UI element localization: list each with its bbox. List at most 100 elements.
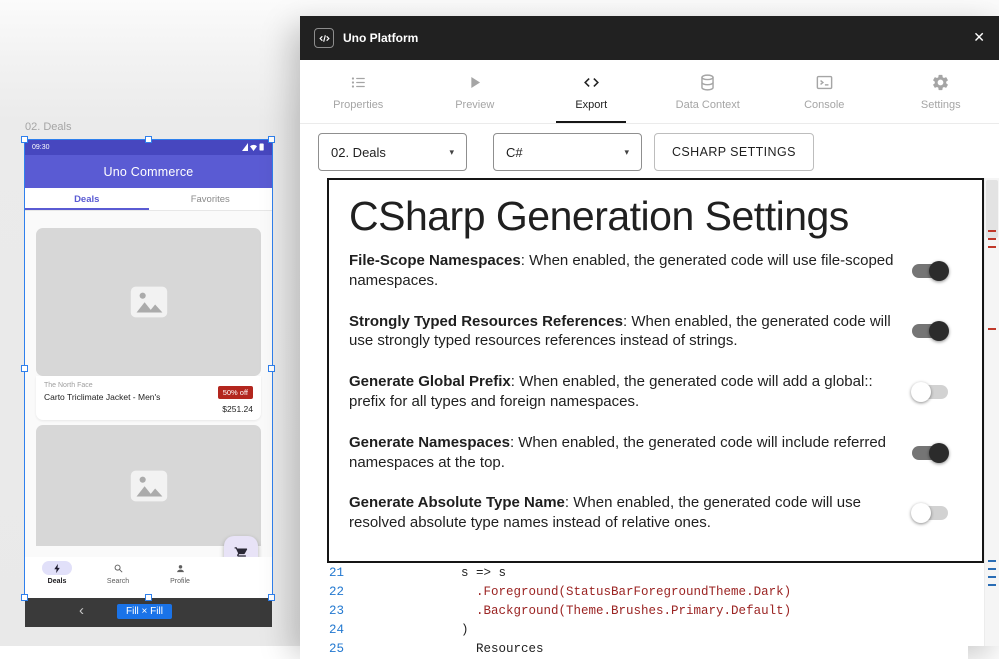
toggle-thumb [929, 321, 949, 341]
setting-row: Strongly Typed Resources References: Whe… [349, 312, 962, 352]
nav-item-profile: Profile [158, 561, 202, 585]
device-nav-bar: ‹ Fill × Fill [25, 598, 272, 627]
close-icon[interactable]: ✕ [973, 29, 985, 46]
code-editor[interactable]: 21 s => s 22 .Foreground(StatusBarForegr… [300, 564, 968, 659]
toggle-strongly-typed-resources[interactable] [912, 324, 948, 338]
product-image-placeholder [36, 425, 261, 546]
selection-handle-nw[interactable] [21, 136, 28, 143]
database-icon [698, 73, 717, 92]
list-icon [349, 73, 368, 92]
tab-properties[interactable]: Properties [300, 60, 417, 123]
setting-name: File-Scope Namespaces [349, 252, 521, 269]
selection-handle-ne[interactable] [268, 136, 275, 143]
tab-settings[interactable]: Settings [883, 60, 999, 123]
code-line: 23 .Background(Theme.Brushes.Primary.Def… [300, 602, 968, 621]
product-price: $251.24 [218, 404, 253, 414]
tab-console[interactable]: Console [766, 60, 883, 123]
code-text: Resources [356, 640, 544, 659]
toggle-generate-absolute-type-name[interactable] [912, 506, 948, 520]
tab-export[interactable]: Export [533, 60, 650, 123]
phone-tab-deals: Deals [25, 188, 149, 210]
tab-data-context[interactable]: Data Context [650, 60, 767, 123]
minimap-mark [988, 560, 996, 562]
minimap-mark [988, 584, 996, 586]
image-icon [126, 279, 172, 325]
phone-artboard[interactable]: 09:30 Uno Commerce Deals Favorites The N… [25, 140, 272, 598]
phone-bottom-nav: Deals Search Profile [25, 557, 272, 597]
code-text: ) [356, 621, 469, 640]
setting-row: Generate Global Prefix: When enabled, th… [349, 372, 962, 412]
gear-icon [931, 73, 950, 92]
minimap-mark [988, 230, 996, 232]
phone-tab-favorites: Favorites [149, 188, 273, 210]
app-title: Uno Commerce [104, 165, 194, 179]
code-line: 22 .Foreground(StatusBarForegroundTheme.… [300, 583, 968, 602]
selection-handle-sw[interactable] [21, 594, 28, 601]
product-brand: The North Face [44, 382, 160, 389]
selection-handle-s[interactable] [145, 594, 152, 601]
toggle-file-scope-namespaces[interactable] [912, 264, 948, 278]
screen-select[interactable]: 02. Deals ▾ [318, 133, 467, 171]
minimap-mark [988, 246, 996, 248]
line-number: 25 [300, 640, 344, 659]
language-select[interactable]: C# ▾ [493, 133, 642, 171]
code-text: s => s [356, 564, 506, 583]
setting-name: Generate Global Prefix [349, 373, 511, 390]
lightning-icon [52, 563, 63, 574]
toggle-thumb [929, 261, 949, 281]
panel-title: Uno Platform [343, 31, 418, 45]
code-line: 21 s => s [300, 564, 968, 583]
status-time: 09:30 [32, 144, 50, 151]
phone-tab-bar: Deals Favorites [25, 188, 272, 211]
setting-row: Generate Absolute Type Name: When enable… [349, 493, 962, 533]
back-chevron-icon: ‹ [79, 602, 84, 619]
minimap-mark [988, 328, 996, 330]
code-line: 25 Resources [300, 640, 968, 659]
tab-preview[interactable]: Preview [417, 60, 534, 123]
person-icon [175, 563, 186, 574]
chevron-down-icon: ▾ [624, 147, 629, 158]
line-number: 23 [300, 602, 344, 621]
selection-handle-se[interactable] [268, 594, 275, 601]
toggle-thumb [911, 503, 931, 523]
product-name: Carto Triclimate Jacket - Men's [44, 392, 160, 402]
csharp-settings-dialog: CSharp Generation Settings File-Scope Na… [327, 178, 984, 563]
line-number: 21 [300, 564, 344, 583]
product-info: The North Face Carto Triclimate Jacket -… [36, 376, 261, 420]
chevron-down-icon: ▾ [449, 147, 454, 158]
setting-name: Strongly Typed Resources References [349, 313, 623, 330]
code-icon [582, 73, 601, 92]
setting-row: Generate Namespaces: When enabled, the g… [349, 433, 962, 473]
selection-handle-w[interactable] [21, 365, 28, 372]
dialog-title: CSharp Generation Settings [349, 193, 962, 240]
panel-header: Uno Platform ✕ [300, 16, 999, 60]
selection-handle-e[interactable] [268, 365, 275, 372]
minimap-mark [988, 238, 996, 240]
nav-item-deals: Deals [35, 561, 79, 585]
panel-tab-bar: Properties Preview Export Data Context C… [300, 60, 999, 124]
design-canvas: 02. Deals 09:30 Uno Commerce Deals Favor… [0, 0, 999, 646]
toggle-thumb [911, 382, 931, 402]
code-line: 24 ) [300, 621, 968, 640]
artboard-label[interactable]: 02. Deals [25, 121, 71, 133]
image-icon [126, 463, 172, 509]
minimap-mark [988, 568, 996, 570]
csharp-settings-button[interactable]: CSHARP SETTINGS [654, 133, 814, 171]
terminal-icon [815, 73, 834, 92]
nav-item-search: Search [96, 561, 140, 585]
line-number: 22 [300, 583, 344, 602]
phone-content: The North Face Carto Triclimate Jacket -… [25, 211, 272, 597]
selection-handle-n[interactable] [145, 136, 152, 143]
toggle-generate-namespaces[interactable] [912, 446, 948, 460]
uno-platform-panel: Uno Platform ✕ Properties Preview Export… [300, 16, 999, 646]
setting-name: Generate Namespaces [349, 434, 510, 451]
toggle-generate-global-prefix[interactable] [912, 385, 948, 399]
toggle-thumb [929, 443, 949, 463]
code-text: .Background(Theme.Brushes.Primary.Defaul… [356, 602, 791, 621]
editor-minimap[interactable] [984, 178, 999, 646]
line-number: 24 [300, 621, 344, 640]
code-logo-icon [314, 28, 334, 48]
status-icons [241, 142, 265, 153]
discount-badge: 50% off [218, 386, 253, 399]
product-image-placeholder [36, 228, 261, 376]
